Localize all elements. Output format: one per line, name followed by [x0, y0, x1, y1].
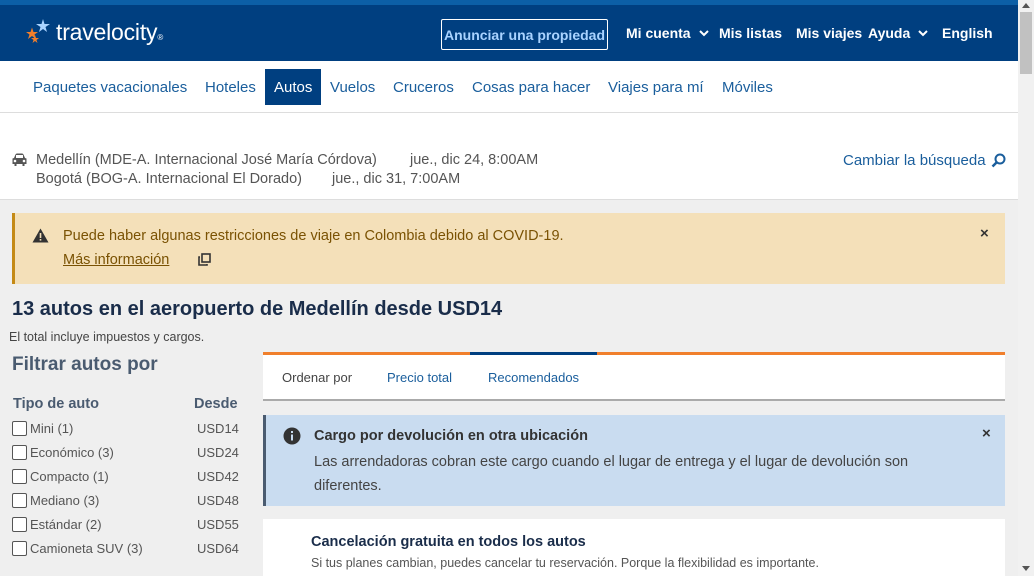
cancellation-title: Cancelación gratuita en todos los autos — [311, 534, 586, 550]
covid-alert-text: Puede haber algunas restricciones de via… — [63, 228, 564, 244]
filter-label: Mediano (3) — [30, 492, 100, 508]
checkbox[interactable] — [12, 540, 27, 556]
change-search-link[interactable]: Cambiar la búsqueda — [843, 152, 1006, 169]
filter-title: Filtrar autos por — [12, 354, 158, 375]
filter-label: Económico (3) — [30, 444, 114, 460]
filter-label: Compacto (1) — [30, 468, 109, 484]
filter-label: Estándar (2) — [30, 516, 102, 532]
sort-recommended-tab[interactable]: Recomendados — [488, 370, 579, 385]
filter-price: USD55 — [197, 516, 239, 532]
filter-price: USD48 — [197, 492, 239, 508]
filter-mini[interactable]: Mini (1) USD14 — [12, 418, 240, 438]
nav-flights[interactable]: Vuelos — [321, 69, 384, 105]
nav-mobile[interactable]: Móviles — [713, 69, 782, 105]
pickup-time: jue., dic 24, 8:00AM — [410, 152, 539, 168]
external-link-icon[interactable] — [198, 253, 211, 266]
nav-cruises[interactable]: Cruceros — [384, 69, 463, 105]
sort-total-price-tab[interactable]: Precio total — [387, 370, 452, 385]
filter-label: Mini (1) — [30, 420, 74, 436]
close-icon[interactable]: × — [982, 425, 991, 442]
product-nav: Paquetes vacacionales Hoteles Autos Vuel… — [0, 61, 1018, 113]
filter-price: USD64 — [197, 540, 239, 556]
help-label: Ayuda — [868, 25, 911, 41]
car-icon — [12, 153, 27, 166]
scroll-down-arrow[interactable] — [1022, 566, 1030, 571]
filter-price: USD14 — [197, 420, 239, 436]
checkbox[interactable] — [12, 516, 27, 532]
drop-off-fee-notice: Cargo por devolución en otra ubicación L… — [263, 415, 1005, 506]
filter-compact[interactable]: Compacto (1) USD42 — [12, 466, 240, 486]
filter-price: USD24 — [197, 444, 239, 460]
page-scrollbar[interactable] — [1018, 0, 1034, 576]
price-from-header: Desde — [194, 396, 238, 412]
logo-tm: ® — [157, 32, 164, 42]
active-tab-indicator — [470, 352, 597, 355]
travelocity-logo[interactable]: travelocity ® — [24, 17, 163, 47]
cancellation-text: Si tus planes cambian, puedes cancelar t… — [311, 556, 819, 570]
car-type-header: Tipo de auto — [13, 396, 99, 412]
dropoff-time: jue., dic 31, 7:00AM — [332, 171, 461, 187]
close-icon[interactable]: × — [980, 225, 989, 242]
checkbox[interactable] — [12, 468, 27, 484]
gnome-logo-icon — [26, 19, 50, 43]
filter-label: Camioneta SUV (3) — [30, 540, 143, 556]
dropoff-location: Bogotá (BOG-A. Internacional El Dorado) — [36, 171, 302, 187]
filter-standard[interactable]: Estándar (2) USD55 — [12, 514, 240, 534]
more-info-link[interactable]: Más información — [63, 252, 169, 268]
nav-hotels[interactable]: Hoteles — [196, 69, 265, 105]
filter-suv[interactable]: Camioneta SUV (3) USD64 — [12, 538, 240, 558]
info-icon — [283, 427, 301, 445]
change-search-label: Cambiar la búsqueda — [843, 152, 986, 169]
checkbox[interactable] — [12, 420, 27, 436]
scroll-up-arrow[interactable] — [1022, 3, 1030, 8]
notice-text: Las arrendadoras cobran este cargo cuand… — [314, 454, 909, 494]
my-lists-link[interactable]: Mis listas — [719, 25, 782, 41]
advertise-property-button[interactable]: Anunciar una propiedad — [441, 19, 608, 50]
help-menu[interactable]: Ayuda — [868, 25, 928, 41]
scroll-thumb[interactable] — [1020, 12, 1032, 74]
chevron-down-icon — [918, 29, 928, 36]
filter-price: USD42 — [197, 468, 239, 484]
filter-midsize[interactable]: Mediano (3) USD48 — [12, 490, 240, 510]
results-subtitle: El total incluye impuestos y cargos. — [9, 330, 205, 344]
pickup-location: Medellín (MDE-A. Internacional José Marí… — [36, 152, 377, 168]
filter-economy[interactable]: Económico (3) USD24 — [12, 442, 240, 462]
chevron-down-icon — [698, 29, 709, 36]
search-summary: Medellín (MDE-A. Internacional José Marí… — [0, 113, 1018, 200]
sort-label: Ordenar por — [282, 370, 353, 385]
results-title: 13 autos en el aeropuerto de Medellín de… — [12, 298, 503, 320]
search-icon — [991, 153, 1006, 168]
my-trips-link[interactable]: Mis viajes — [796, 25, 862, 41]
checkbox[interactable] — [12, 444, 27, 460]
warning-icon — [32, 228, 49, 243]
sort-bar: Ordenar por Precio total Recomendados — [263, 352, 1005, 401]
language-link[interactable]: English — [942, 25, 993, 41]
nav-cars[interactable]: Autos — [265, 69, 322, 105]
notice-title: Cargo por devolución en otra ubicación — [314, 428, 588, 444]
checkbox[interactable] — [12, 492, 27, 508]
nav-trips-for-me[interactable]: Viajes para mí — [599, 69, 713, 105]
logo-text: travelocity — [56, 18, 158, 45]
free-cancellation-card: Cancelación gratuita en todos los autos … — [263, 519, 1005, 576]
top-header: travelocity ® Anunciar una propiedad Mi … — [0, 0, 1018, 61]
covid-alert: Puede haber algunas restricciones de via… — [12, 213, 1005, 284]
my-account-menu[interactable]: Mi cuenta — [626, 25, 709, 41]
my-account-label: Mi cuenta — [626, 25, 691, 41]
nav-things-to-do[interactable]: Cosas para hacer — [463, 69, 599, 105]
nav-vacation-packages[interactable]: Paquetes vacacionales — [24, 69, 196, 105]
